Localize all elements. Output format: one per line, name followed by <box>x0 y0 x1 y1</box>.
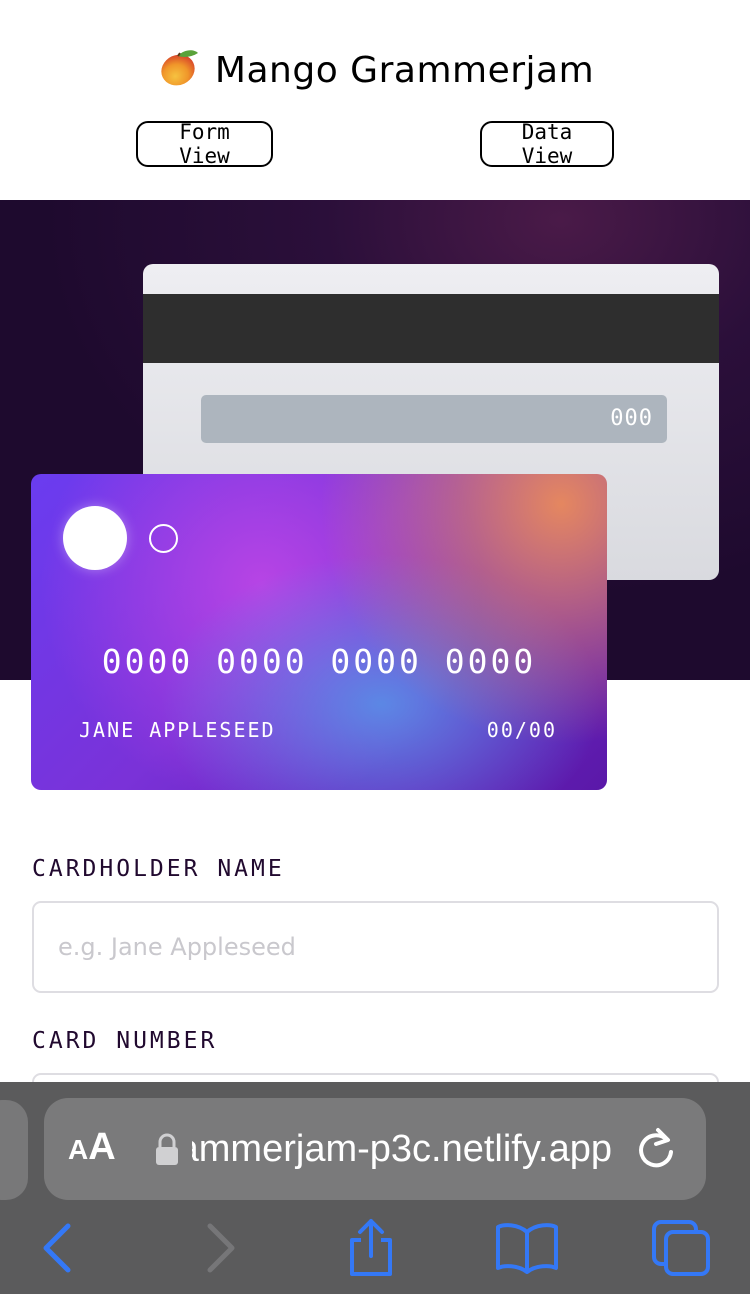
forward-icon[interactable] <box>200 1218 240 1278</box>
card-holder-display: JANE APPLESEED <box>79 718 276 742</box>
mango-icon <box>161 49 198 85</box>
form-view-button[interactable]: Form View <box>136 120 273 168</box>
card-cvc: 000 <box>201 395 667 443</box>
text-size-small-glyph: A <box>68 1134 89 1165</box>
card-number-label: CARD NUMBER <box>32 1028 218 1054</box>
cardholder-name-input[interactable] <box>32 901 719 993</box>
magnetic-stripe <box>143 294 719 363</box>
card-logo-circle-large <box>63 506 127 570</box>
data-view-button[interactable]: Data View <box>480 120 614 168</box>
app-header: Mango Grammerjam Form View Data View <box>0 0 750 200</box>
card-logo-circle-small <box>149 524 178 553</box>
url-value: mango-grammerjam-p3c.netlify.app <box>192 1128 612 1170</box>
lock-icon <box>156 1133 178 1165</box>
safari-toolbar: AA mango-grammerjam-p3c.netlify.app <box>0 1082 750 1294</box>
text-size-big-glyph: A <box>88 1126 116 1168</box>
cardholder-name-label: CARDHOLDER NAME <box>32 856 285 882</box>
back-icon[interactable] <box>38 1218 78 1278</box>
reload-icon[interactable] <box>634 1126 678 1172</box>
text-size-button[interactable]: AA <box>68 1126 116 1169</box>
previous-tab-peek[interactable] <box>0 1100 28 1200</box>
share-icon[interactable] <box>344 1218 398 1278</box>
page-title: Mango Grammerjam <box>214 50 595 91</box>
title-row: Mango Grammerjam <box>0 49 750 91</box>
address-bar[interactable]: AA mango-grammerjam-p3c.netlify.app <box>44 1098 706 1200</box>
card-number-display: 0000 0000 0000 0000 <box>101 642 537 681</box>
url-text[interactable]: mango-grammerjam-p3c.netlify.app <box>192 1124 612 1174</box>
tabs-icon[interactable] <box>650 1218 714 1278</box>
card-front: 0000 0000 0000 0000 JANE APPLESEED 00/00 <box>31 474 607 790</box>
bookmarks-icon[interactable] <box>494 1218 560 1278</box>
card-expiry-display: 00/00 <box>486 718 557 742</box>
